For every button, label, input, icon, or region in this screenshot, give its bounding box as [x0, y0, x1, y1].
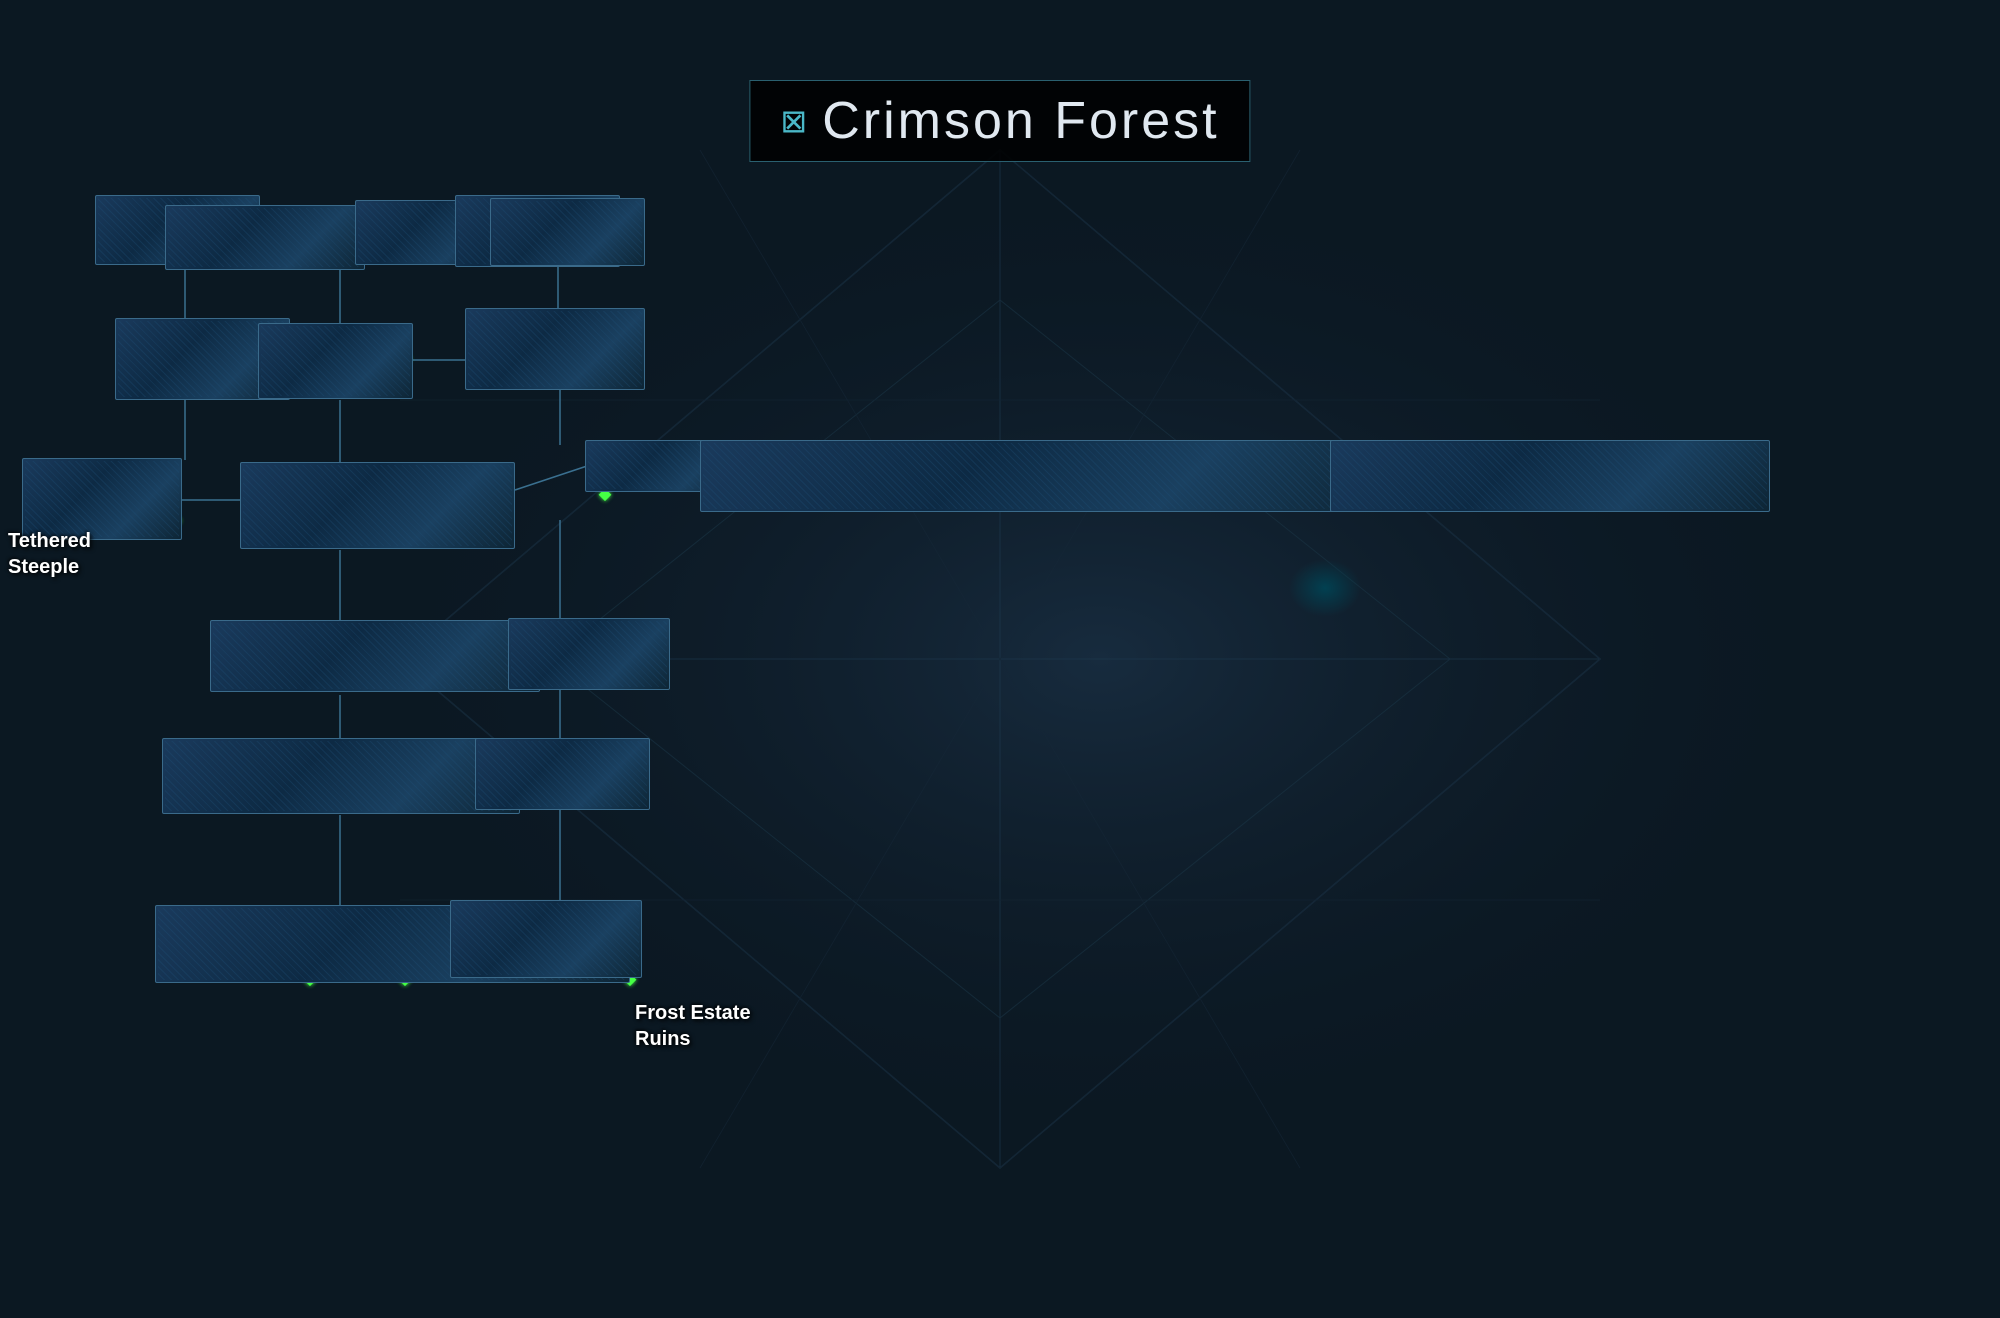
room-row2-2 [258, 323, 413, 399]
room-row4-1 [210, 620, 540, 692]
room-row2-3 [465, 308, 645, 390]
room-row5-2 [475, 738, 650, 810]
room-top-4 [490, 198, 645, 266]
label-tethered-steeple: TetheredSteeple [8, 528, 91, 580]
room-corridor [700, 440, 1380, 512]
room-row4-2 [508, 618, 670, 690]
map-title: ⊠ Crimson Forest [749, 80, 1250, 162]
room-center-encounter [240, 462, 515, 549]
map-icon: ⊠ [780, 105, 807, 137]
room-bottom-2 [450, 900, 642, 978]
room-row5-1 [162, 738, 520, 814]
room-corridor-right [1330, 440, 1770, 512]
map-title-text: Crimson Forest [822, 91, 1219, 151]
room-top-1 [165, 205, 365, 270]
label-frost-estate-ruins: Frost EstateRuins [635, 1000, 751, 1052]
